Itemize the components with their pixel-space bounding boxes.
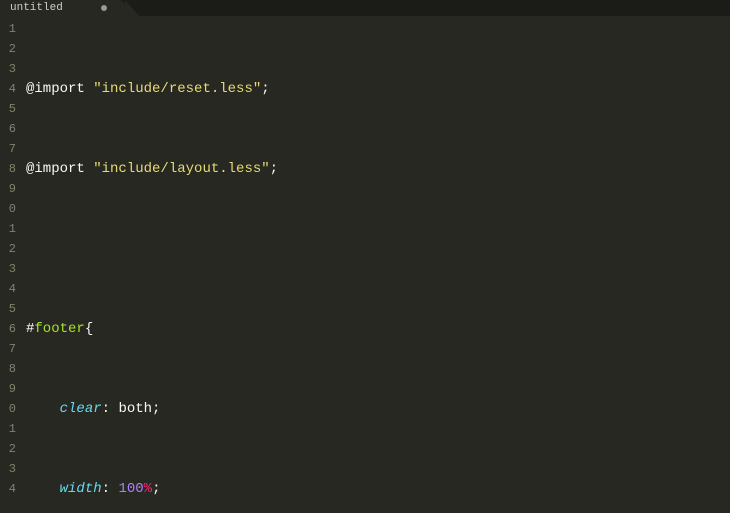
line-number: 2 [0,39,18,59]
line-number: 2 [0,239,18,259]
line-number: 3 [0,59,18,79]
line-number: 0 [0,399,18,419]
line-number: 2 [0,439,18,459]
code-line[interactable]: #footer{ [26,319,730,339]
line-number: 0 [0,199,18,219]
line-number: 9 [0,179,18,199]
line-number: 1 [0,419,18,439]
tab-untitled[interactable]: untitled [0,0,125,16]
line-number: 9 [0,379,18,399]
line-number: 3 [0,259,18,279]
line-number: 3 [0,459,18,479]
line-number: 4 [0,479,18,499]
line-number: 4 [0,79,18,99]
gutter: 1 2 3 4 5 6 7 8 9 0 1 2 3 4 5 6 7 8 9 0 … [0,16,18,513]
code-area[interactable]: @import "include/reset.less"; @import "i… [18,16,730,513]
tab-bar: untitled [0,0,730,16]
line-number: 8 [0,359,18,379]
line-number: 1 [0,19,18,39]
line-number: 6 [0,319,18,339]
editor: 1 2 3 4 5 6 7 8 9 0 1 2 3 4 5 6 7 8 9 0 … [0,16,730,513]
line-number: 6 [0,119,18,139]
dirty-indicator-icon [101,5,107,11]
code-line[interactable]: @import "include/reset.less"; [26,79,730,99]
line-number: 4 [0,279,18,299]
line-number: 7 [0,339,18,359]
line-number: 5 [0,99,18,119]
line-number: 1 [0,219,18,239]
code-line[interactable]: width: 100%; [26,479,730,499]
code-line[interactable]: @import "include/layout.less"; [26,159,730,179]
line-number: 7 [0,139,18,159]
code-line[interactable] [26,239,730,259]
code-line[interactable]: clear: both; [26,399,730,419]
line-number: 8 [0,159,18,179]
line-number: 5 [0,299,18,319]
